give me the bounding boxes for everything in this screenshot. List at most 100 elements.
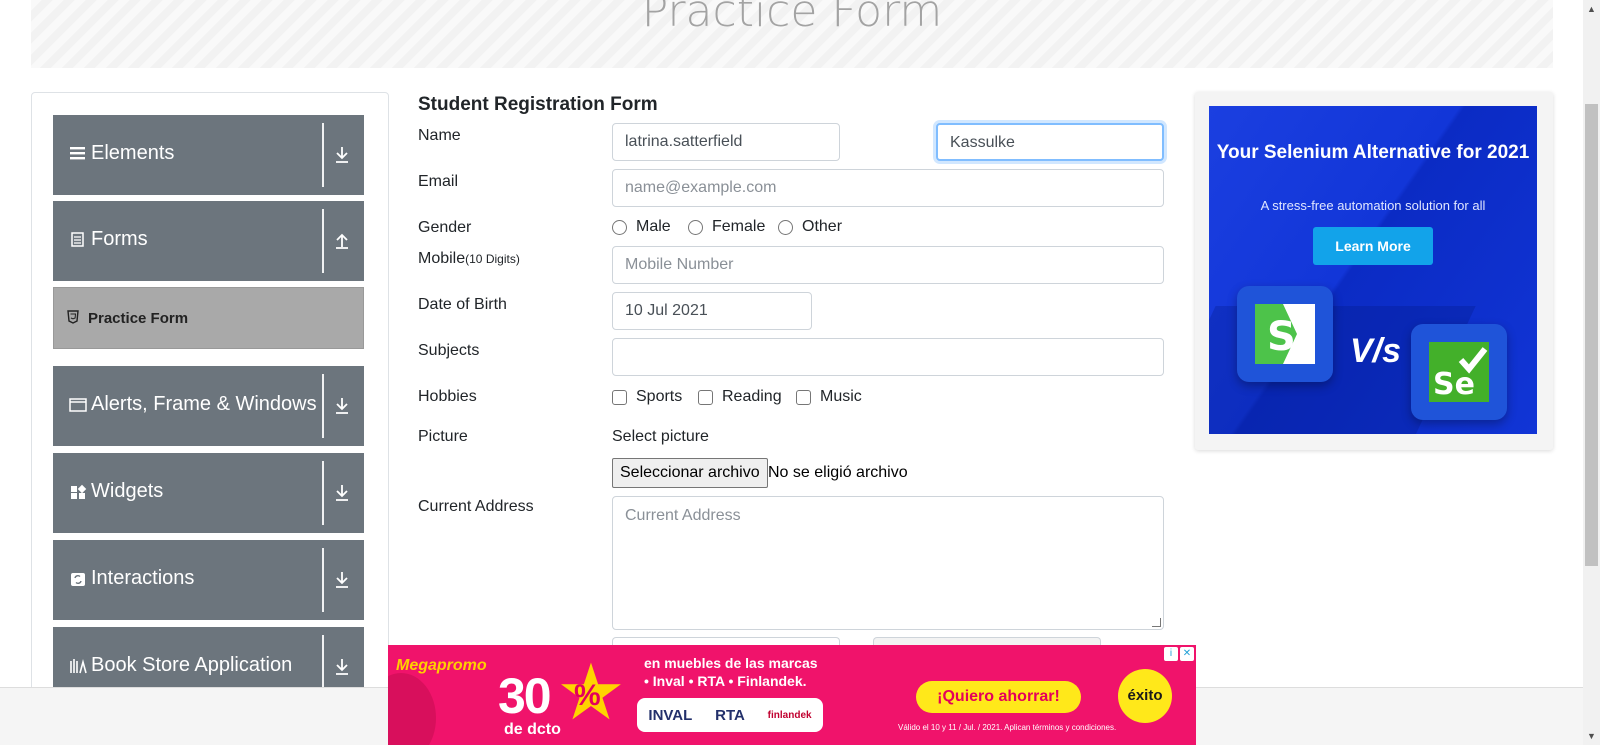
arrow-down-icon — [333, 570, 351, 590]
form-title: Student Registration Form — [418, 94, 658, 115]
group-forms[interactable]: Forms — [53, 201, 364, 281]
group-elements[interactable]: Elements — [53, 115, 364, 195]
checkbox-box[interactable] — [612, 389, 627, 405]
group-label: Book Store Application — [91, 654, 293, 676]
radio-circle[interactable] — [778, 219, 793, 235]
sidebar-item-practice-form[interactable]: Practice Form — [53, 287, 364, 349]
divider — [322, 461, 324, 525]
group-label: Elements — [91, 142, 175, 164]
subjects-input[interactable] — [612, 338, 1164, 376]
divider — [322, 548, 324, 612]
header-banner: Practice Form — [31, 0, 1553, 68]
divider — [322, 123, 324, 187]
arrow-down-icon — [333, 483, 351, 503]
mobile-label: Mobile(10 Digits) — [418, 250, 520, 268]
gender-male-radio[interactable]: Male — [612, 218, 671, 236]
group-widgets[interactable]: Widgets — [53, 453, 364, 533]
group-label: Alerts, Frame & Windows — [91, 393, 317, 415]
address-textarea[interactable]: Current Address — [612, 496, 1164, 630]
checkbox-label: Sports — [636, 388, 683, 405]
first-name-input[interactable]: latrina.satterfield — [612, 123, 840, 161]
finlandek-logo: finlandek — [767, 709, 812, 721]
gender-other-radio[interactable]: Other — [778, 218, 842, 236]
group-label: Forms — [91, 228, 148, 250]
page: Practice Form Elements Forms Practice Fo… — [0, 0, 1600, 745]
group-label: Interactions — [91, 567, 195, 589]
file-status: No se eligió archivo — [768, 464, 908, 481]
inval-logo: INVAL — [648, 706, 693, 724]
widgets-icon — [69, 481, 87, 501]
selenium-letters: Se — [1433, 367, 1475, 402]
ad-discount-label: de dcto — [504, 721, 561, 738]
gender-female-radio[interactable]: Female — [688, 218, 765, 236]
hobbies-label: Hobbies — [418, 388, 477, 405]
learn-more-button[interactable]: Learn More — [1313, 227, 1433, 265]
ad-shape — [388, 673, 436, 745]
sidebar-item-label: Practice Form — [88, 310, 189, 327]
ad-percent: 30 — [498, 668, 552, 724]
megapromo-ad[interactable]: Megapromo ★ 30 % de dcto en muebles de l… — [388, 645, 1196, 745]
selenium-logo-icon: Se — [1411, 324, 1507, 420]
dob-input[interactable]: 10 Jul 2021 — [612, 292, 812, 330]
mobile-label-text: Mobile — [418, 250, 466, 267]
close-icon[interactable]: ✕ — [1180, 647, 1194, 661]
hamburger-icon — [69, 143, 87, 163]
ad-legal-text: Válido el 10 y 11 / Jul. / 2021. Aplican… — [898, 723, 1117, 732]
ad-line-2: • Inval • RTA • Finlandek. — [644, 673, 807, 689]
left-panel: Elements Forms Practice Form Alerts, Fra… — [31, 92, 389, 745]
checkbox-label: Music — [820, 388, 862, 405]
katalon-logo-icon: S — [1237, 286, 1333, 382]
address-label: Current Address — [418, 498, 534, 515]
hobby-reading-checkbox[interactable]: Reading — [698, 388, 782, 406]
checkbox-box[interactable] — [698, 389, 713, 405]
hobby-music-checkbox[interactable]: Music — [796, 388, 862, 406]
vertical-scrollbar[interactable]: ▲ ▼ — [1583, 0, 1600, 745]
selenium-ad[interactable]: Your Selenium Alternative for 2021 A str… — [1195, 92, 1553, 450]
radio-label: Male — [636, 218, 671, 235]
radio-circle[interactable] — [688, 219, 703, 235]
group-label: Widgets — [91, 480, 164, 502]
vs-text: V/s — [1350, 332, 1402, 370]
arrow-down-icon — [333, 657, 351, 677]
group-interactions[interactable]: Interactions — [53, 540, 364, 620]
books-icon — [69, 655, 87, 675]
katalon-letter: S — [1267, 314, 1296, 360]
arrow-down-icon — [333, 145, 351, 165]
mobile-input[interactable]: Mobile Number — [612, 246, 1164, 284]
arrow-up-icon — [333, 231, 351, 251]
checkbox-box[interactable] — [796, 389, 811, 405]
divider — [322, 374, 324, 438]
html5-icon — [67, 310, 79, 327]
exito-logo: éxito — [1118, 669, 1172, 723]
checkbox-label: Reading — [722, 388, 782, 405]
radio-circle[interactable] — [612, 219, 627, 235]
last-name-input[interactable]: Kassulke — [936, 123, 1164, 161]
email-input[interactable]: name@example.com — [612, 169, 1164, 207]
radio-label: Other — [802, 218, 843, 235]
rta-logo: RTA — [715, 706, 745, 724]
hobby-sports-checkbox[interactable]: Sports — [612, 388, 682, 406]
name-label: Name — [418, 127, 461, 144]
page-title: Practice Form — [641, 0, 943, 37]
scroll-up-icon[interactable]: ▲ — [1587, 4, 1596, 14]
ad-creative: Your Selenium Alternative for 2021 A str… — [1209, 106, 1537, 434]
ad-cta-button[interactable]: ¡Quiero ahorrar! — [916, 681, 1081, 713]
group-alerts-frame-windows[interactable]: Alerts, Frame & Windows — [53, 366, 364, 446]
scrollbar-thumb[interactable] — [1585, 104, 1598, 566]
ad-brand: Megapromo — [396, 657, 487, 674]
document-icon — [69, 229, 87, 249]
info-icon[interactable]: i — [1164, 647, 1178, 661]
ad-line-1: en muebles de las marcas — [644, 655, 818, 671]
percent-sign: % — [574, 679, 601, 712]
scroll-down-icon[interactable]: ▼ — [1587, 731, 1596, 741]
resize-handle[interactable] — [1152, 618, 1161, 627]
picture-label: Picture — [418, 428, 468, 445]
email-label: Email — [418, 173, 459, 190]
ad-choices[interactable]: i ✕ — [1164, 647, 1194, 661]
arrow-down-icon — [333, 396, 351, 416]
divider — [322, 209, 324, 273]
refresh-icon — [69, 568, 87, 588]
brand-logos: INVAL RTA finlandek — [637, 698, 823, 732]
choose-file-button[interactable]: Seleccionar archivo — [612, 458, 768, 488]
window-icon — [69, 394, 87, 414]
